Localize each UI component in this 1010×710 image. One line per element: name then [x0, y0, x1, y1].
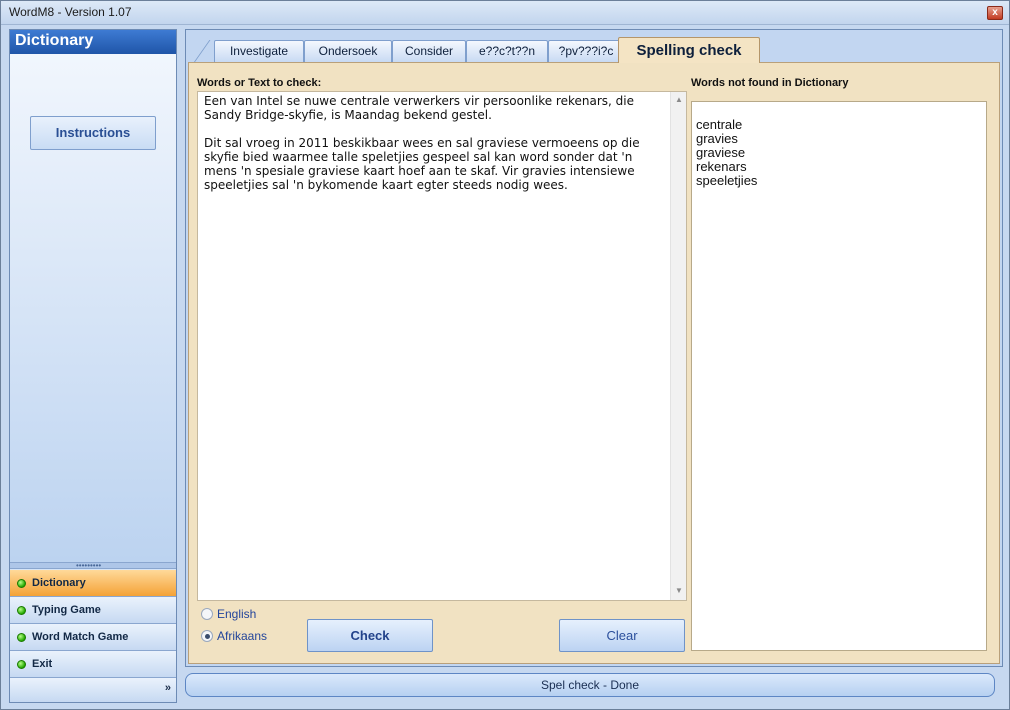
window-title: WordM8 - Version 1.07	[9, 5, 132, 19]
tab-e-c-t-n[interactable]: e??c?t??n	[466, 40, 548, 62]
sidebar-header: Dictionary	[10, 30, 176, 54]
radio-button[interactable]	[201, 608, 213, 620]
grip-icon: •••••••••	[76, 561, 102, 570]
title-bar: WordM8 - Version 1.07 x	[1, 1, 1009, 25]
sidebar-overflow-bar: »	[10, 678, 176, 702]
status-dot-icon	[17, 579, 26, 588]
tab-investigate[interactable]: Investigate	[214, 40, 304, 62]
spelling-check-panel: Words or Text to check: Words not found …	[188, 62, 1000, 664]
list-item: gravies	[696, 131, 738, 146]
tab-pv-i-c[interactable]: ?pv???i?c	[548, 40, 624, 62]
input-label: Words or Text to check:	[197, 77, 322, 89]
radio-button[interactable]	[201, 630, 213, 642]
clear-button[interactable]: Clear	[559, 619, 685, 652]
main-tab-control: Investigate Ondersoek Consider e??c?t??n…	[185, 29, 1003, 667]
status-dot-icon	[17, 606, 26, 615]
sidebar-item-label: Dictionary	[32, 577, 86, 589]
status-dot-icon	[17, 633, 26, 642]
text-to-check-input[interactable]: Een van Intel se nuwe centrale verwerker…	[197, 91, 687, 601]
scroll-up-icon[interactable]: ▲	[675, 95, 683, 104]
sidebar-item-dictionary[interactable]: Dictionary	[10, 570, 176, 597]
tab-strip: Investigate Ondersoek Consider e??c?t??n…	[186, 30, 1002, 64]
sidebar-splitter[interactable]: •••••••••	[10, 561, 176, 570]
check-button[interactable]: Check	[307, 619, 433, 652]
text-scrollbar[interactable]: ▲ ▼	[670, 92, 686, 600]
status-dot-icon	[17, 660, 26, 669]
notfound-label: Words not found in Dictionary	[691, 77, 849, 89]
list-item: centrale	[696, 117, 743, 132]
tab-consider[interactable]: Consider	[392, 40, 466, 62]
notfound-list-box[interactable]: centrale gravies graviese rekenars speel…	[691, 101, 987, 651]
close-icon: x	[992, 7, 998, 18]
sidebar-item-label: Word Match Game	[32, 631, 129, 643]
language-label: English	[217, 607, 257, 621]
sidebar-item-label: Exit	[32, 658, 53, 670]
language-label: Afrikaans	[217, 629, 268, 643]
sidebar-item-label: Typing Game	[32, 604, 101, 616]
sidebar-item-exit[interactable]: Exit	[10, 651, 176, 678]
sidebar-item-typing-game[interactable]: Typing Game	[10, 597, 176, 624]
list-item: graviese	[696, 145, 746, 160]
list-item: speeletjies	[696, 173, 758, 188]
sidebar-pane: Instructions	[10, 54, 176, 562]
instructions-button[interactable]: Instructions	[30, 116, 156, 150]
notfound-word-list: centrale gravies graviese rekenars speel…	[696, 118, 757, 188]
status-bar: Spel check - Done	[185, 673, 995, 697]
close-button[interactable]: x	[987, 6, 1003, 20]
sidebar-item-word-match-game[interactable]: Word Match Game	[10, 624, 176, 651]
list-item: rekenars	[696, 159, 747, 174]
sidebar: Dictionary Instructions ••••••••• Dictio…	[9, 29, 177, 703]
scroll-down-icon[interactable]: ▼	[675, 586, 683, 595]
app-window: WordM8 - Version 1.07 x Dictionary Instr…	[0, 0, 1010, 710]
tab-ondersoek[interactable]: Ondersoek	[304, 40, 392, 62]
text-to-check-content[interactable]: Een van Intel se nuwe centrale verwerker…	[204, 94, 668, 192]
chevron-more-icon[interactable]: »	[165, 682, 171, 694]
tab-spelling-check[interactable]: Spelling check	[618, 37, 760, 63]
